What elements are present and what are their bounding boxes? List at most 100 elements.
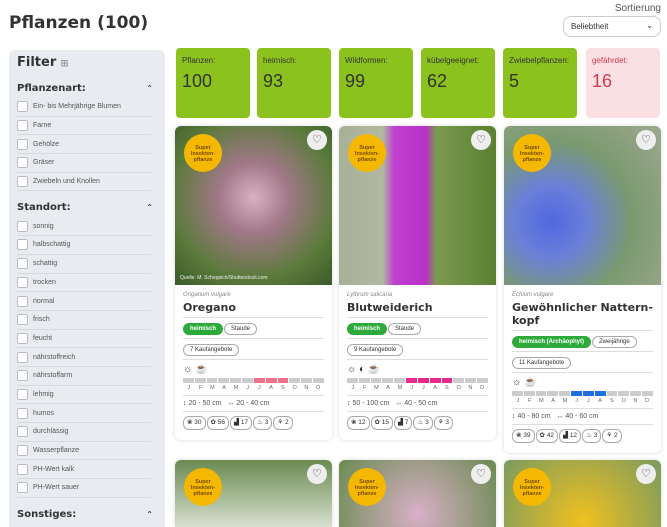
filter-option[interactable]: Ein- bis Mehrjährige Blumen xyxy=(17,98,151,117)
sort-select[interactable]: Beliebtheit ⌄ xyxy=(563,16,661,37)
filter-option[interactable]: sonnig xyxy=(17,217,151,237)
offers-button[interactable]: 11 Kaufangebote xyxy=(512,357,572,369)
filter-option[interactable]: nährstoffreich xyxy=(17,348,151,367)
location-icons: ☼ ◐ ☕ xyxy=(347,364,381,375)
plant-card[interactable]: Super Insekten-pflanze ♡ Echium vulgare … xyxy=(504,126,661,453)
chevron-up-icon[interactable]: ⌃ xyxy=(146,83,153,95)
filter-option[interactable]: Wasserpflanze xyxy=(17,442,151,461)
bloom-month-bar xyxy=(206,378,218,383)
filter-option[interactable]: Farne xyxy=(17,117,151,136)
filter-option[interactable]: Gräser xyxy=(17,154,151,173)
filter-option[interactable]: PH-Wert sauer xyxy=(17,479,151,498)
heart-icon[interactable]: ♡ xyxy=(307,130,327,150)
native-tag: heimisch (Archäophyt) xyxy=(512,336,592,348)
species-name: Origanum vulgare xyxy=(183,292,231,298)
checkbox[interactable] xyxy=(17,407,28,419)
plant-card[interactable]: Super Insekten-pflanze ♡ xyxy=(175,460,332,527)
heart-icon[interactable]: ♡ xyxy=(636,464,656,484)
checkbox[interactable] xyxy=(17,157,28,169)
checkbox[interactable] xyxy=(17,482,28,494)
stat-box[interactable]: Zwiebelpflanzen: 5 xyxy=(503,48,577,118)
checkbox[interactable] xyxy=(17,370,28,382)
filter-section-header[interactable]: Pflanzenart: ⌃ xyxy=(17,80,157,98)
stat-box[interactable]: gefährdet: 16 xyxy=(586,48,660,118)
checkbox[interactable] xyxy=(17,445,28,457)
plant-image[interactable]: Super Insekten-pflanze ♡ xyxy=(504,126,661,285)
filter-option[interactable]: trocken xyxy=(17,274,151,293)
insect-icon: ⚘ xyxy=(437,419,444,426)
option-label: frisch xyxy=(33,316,50,324)
bloom-month-bar xyxy=(183,378,194,383)
filter-option[interactable]: PH-Wert kalk xyxy=(17,460,151,480)
plant-image[interactable]: Super Insekten-pflanze ♡ xyxy=(175,460,332,527)
plant-name[interactable]: Gewöhnlicher Nattern-kopf xyxy=(512,301,653,327)
checkbox[interactable] xyxy=(17,258,28,270)
filter-option[interactable]: schattig xyxy=(17,255,151,274)
heart-icon[interactable]: ♡ xyxy=(307,464,327,484)
bloom-month-bar xyxy=(535,391,547,396)
heart-icon[interactable]: ♡ xyxy=(636,130,656,150)
checkbox[interactable] xyxy=(17,332,28,344)
filter-option[interactable]: Zwiebeln und Knollen xyxy=(17,173,151,192)
insect-count-badge: ✿ 42 xyxy=(535,429,558,443)
checkbox[interactable] xyxy=(17,120,28,132)
checkbox[interactable] xyxy=(17,351,28,363)
chevron-up-icon[interactable]: ⌃ xyxy=(146,202,153,214)
checkbox[interactable] xyxy=(17,314,28,326)
native-tag: heimisch xyxy=(347,323,388,335)
stat-box[interactable]: Wildformen: 99 xyxy=(339,48,413,118)
plant-name[interactable]: Oregano xyxy=(183,301,324,314)
checkbox[interactable] xyxy=(17,176,28,188)
offers-button[interactable]: 9 Kaufangebote xyxy=(347,344,404,356)
option-label: feucht xyxy=(33,334,53,342)
filter-icon: ⊞ xyxy=(60,59,69,69)
filter-option[interactable]: frisch xyxy=(17,311,151,330)
count-value: 7 xyxy=(404,419,409,426)
heart-icon[interactable]: ♡ xyxy=(471,130,491,150)
plant-card[interactable]: Super Insekten-pflanze ♡ xyxy=(339,460,496,527)
filter-option[interactable]: humos xyxy=(17,404,151,423)
stat-box[interactable]: Pflanzen: 100 xyxy=(176,48,250,118)
month-letter: J xyxy=(258,385,261,391)
plant-image[interactable]: Super Insekten-pflanze ♡ Quelle: M. Scho… xyxy=(175,126,332,285)
option-label: Gräser xyxy=(33,159,55,167)
checkbox[interactable] xyxy=(17,276,28,288)
plant-card[interactable]: Super Insekten-pflanze ♡ Lythrum salicar… xyxy=(339,126,496,440)
stat-box[interactable]: kübelgeeignet: 62 xyxy=(421,48,495,118)
checkbox[interactable] xyxy=(17,101,28,113)
section-label: Sonstiges: xyxy=(17,508,77,520)
plant-image[interactable]: Super Insekten-pflanze ♡ xyxy=(504,460,661,527)
filter-option[interactable]: durchlässig xyxy=(17,423,151,442)
checkbox[interactable] xyxy=(17,220,28,232)
filter-option[interactable]: halbschattig xyxy=(17,236,151,255)
insect-count-badge: ▟ 7 xyxy=(394,416,413,430)
stat-box[interactable]: heimisch: 93 xyxy=(257,48,331,118)
checkbox[interactable] xyxy=(17,463,28,475)
plant-card[interactable]: Super Insekten-pflanze ♡ Quelle: M. Scho… xyxy=(175,126,332,440)
checkbox[interactable] xyxy=(17,138,28,150)
bloom-month-bar xyxy=(477,378,488,383)
sort-label: Sortierung xyxy=(614,3,661,14)
filter-title: Filter xyxy=(17,55,57,70)
plant-image[interactable]: Super Insekten-pflanze ♡ xyxy=(339,126,496,285)
filter-section-header[interactable]: Standort: ⌃ xyxy=(17,199,157,217)
filter-option[interactable]: Gehölze xyxy=(17,135,151,155)
filter-section-header[interactable]: Sonstiges: ⌃ xyxy=(17,506,157,524)
checkbox[interactable] xyxy=(17,388,28,400)
filter-option[interactable]: feucht xyxy=(17,330,151,349)
checkbox[interactable] xyxy=(17,426,28,438)
filter-option[interactable]: lehmig xyxy=(17,386,151,405)
filter-option[interactable]: normal xyxy=(17,292,151,311)
page-title: Pflanzen (100) xyxy=(9,13,149,33)
chevron-up-icon[interactable]: ⌃ xyxy=(146,509,153,521)
filter-option[interactable]: nährstoffarm xyxy=(17,367,151,386)
checkbox[interactable] xyxy=(17,239,28,251)
checkbox[interactable] xyxy=(17,295,28,307)
offers-button[interactable]: 7 Kaufangebote xyxy=(183,344,240,356)
heart-icon[interactable]: ♡ xyxy=(471,464,491,484)
plant-name[interactable]: Blutweiderich xyxy=(347,301,488,314)
plant-card[interactable]: Super Insekten-pflanze ♡ xyxy=(504,460,661,527)
count-value: 56 xyxy=(217,419,225,426)
plant-image[interactable]: Super Insekten-pflanze ♡ xyxy=(339,460,496,527)
bloom-month-bar xyxy=(194,378,206,383)
